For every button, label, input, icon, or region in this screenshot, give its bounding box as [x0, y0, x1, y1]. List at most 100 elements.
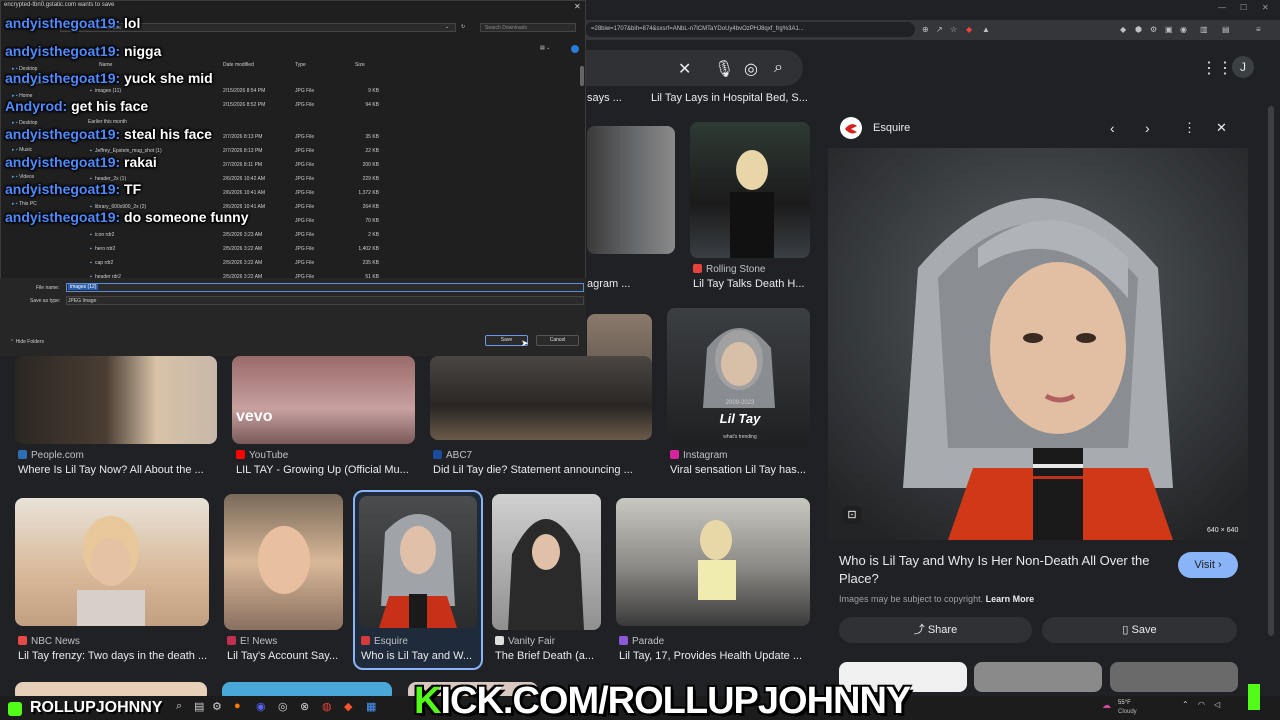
install-icon[interactable]: ⊕: [922, 22, 929, 37]
address-bar[interactable]: =28biw=1707&bih=874&sxsrf=ANbL-n7lCMTaYD…: [585, 22, 915, 37]
xbox-icon[interactable]: ⊗: [300, 700, 309, 713]
result-caption[interactable]: agram ...: [587, 278, 647, 290]
file-type: JPG File: [295, 260, 315, 266]
extension-icon[interactable]: ◆: [1120, 22, 1126, 37]
minimize-icon[interactable]: —: [1218, 3, 1226, 12]
result-thumbnail[interactable]: [232, 356, 415, 444]
result-caption[interactable]: Lil Tay Talks Death H...: [693, 278, 811, 290]
steam-icon[interactable]: ◎: [278, 700, 288, 713]
result-caption[interactable]: LIL TAY - Growing Up (Official Mu...: [236, 464, 414, 476]
folder-tree-item[interactable]: ▸ ▪ Videos: [12, 174, 34, 180]
dialog-close-icon[interactable]: ✕: [574, 2, 581, 11]
path-dropdown-icon[interactable]: ⌄: [445, 24, 449, 30]
result-caption[interactable]: Did Lil Tay die? Statement announcing ..…: [433, 464, 651, 476]
help-icon[interactable]: [571, 45, 579, 53]
column-type[interactable]: Type: [295, 62, 306, 68]
panel-title[interactable]: Who is Lil Tay and Why Is Her Non-Death …: [839, 552, 1169, 588]
result-thumbnail[interactable]: [15, 498, 209, 626]
firefox-icon[interactable]: ●: [234, 700, 241, 712]
weather-temp[interactable]: 55°F: [1118, 700, 1131, 706]
maximize-icon[interactable]: ☐: [1240, 3, 1247, 12]
column-name[interactable]: Name: [99, 62, 112, 68]
volume-icon[interactable]: ◁: [1214, 700, 1220, 709]
bookmark-star-icon[interactable]: ☆: [950, 22, 957, 37]
chrome-icon[interactable]: ◍: [322, 700, 332, 713]
sidebar-toggle-icon[interactable]: ▥: [1200, 22, 1208, 37]
extension-icon[interactable]: ▣: [1165, 22, 1173, 37]
preview-image[interactable]: [828, 148, 1248, 540]
tray-chevron-icon[interactable]: ⌃: [1182, 700, 1189, 709]
related-thumbnail[interactable]: [1110, 662, 1238, 692]
apps-grid-icon[interactable]: ⋮⋮: [1201, 58, 1233, 78]
result-caption[interactable]: Lil Tay, 17, Provides Health Update ...: [619, 650, 809, 662]
result-thumbnail[interactable]: [587, 126, 675, 254]
file-row[interactable]: ▪ cap rdr2 2/5/2026 3:22 AM JPG File 235 KB: [90, 260, 390, 274]
lens-search-icon[interactable]: ⊡: [843, 506, 861, 524]
brave-shield-icon[interactable]: ◆: [966, 22, 972, 37]
close-window-icon[interactable]: ✕: [1262, 3, 1269, 12]
extension-icon[interactable]: ⚙: [1150, 22, 1157, 37]
clear-search-icon[interactable]: ✕: [678, 59, 691, 79]
search-box[interactable]: [585, 50, 803, 86]
file-list-scrollbar[interactable]: [580, 66, 584, 86]
profile-avatar[interactable]: J: [1232, 56, 1254, 78]
share-button[interactable]: ⤴ Share: [839, 617, 1032, 643]
search-icon[interactable]: ⌕: [774, 59, 783, 77]
abc7-icon: [433, 450, 442, 459]
result-caption[interactable]: Who is Lil Tay and W...: [361, 650, 477, 662]
share-page-icon[interactable]: ↗: [936, 22, 943, 37]
result-thumbnail[interactable]: [690, 122, 810, 258]
warning-icon[interactable]: ▲: [982, 22, 990, 37]
filename-input[interactable]: [66, 283, 584, 292]
file-date: 2/6/2026 10:42 AM: [223, 176, 265, 182]
saveas-select[interactable]: [66, 296, 584, 305]
extension-icon[interactable]: ⬢: [1135, 22, 1142, 37]
extension-icon[interactable]: ◉: [1180, 22, 1187, 37]
folder-tree-item[interactable]: ▸ ▪ Music: [12, 147, 32, 153]
file-explorer-icon[interactable]: ▤: [194, 700, 204, 713]
wallet-icon[interactable]: ▤: [1222, 22, 1230, 37]
lens-icon[interactable]: ◎: [744, 59, 758, 79]
previous-icon[interactable]: ‹: [1110, 120, 1115, 136]
visit-button[interactable]: Visit ›: [1178, 552, 1238, 578]
file-row[interactable]: ▪ hero rdr2 2/5/2026 3:22 AM JPG File 1,402 …: [90, 246, 390, 260]
result-thumbnail[interactable]: [224, 494, 343, 630]
file-row[interactable]: ▪ icon rdr2 2/5/2026 3:23 AM JPG File 2 KB: [90, 232, 390, 246]
cancel-button[interactable]: Cancel: [536, 335, 579, 346]
close-panel-icon[interactable]: ✕: [1216, 120, 1227, 136]
result-thumbnail[interactable]: [15, 356, 217, 444]
result-caption[interactable]: Viral sensation Lil Tay has...: [670, 464, 810, 476]
search-taskbar-icon[interactable]: ⌕: [176, 700, 182, 713]
related-thumbnail[interactable]: [974, 662, 1102, 692]
result-thumbnail[interactable]: [616, 498, 810, 626]
result-caption[interactable]: The Brief Death (a...: [495, 650, 601, 662]
next-icon[interactable]: ›: [1145, 120, 1150, 136]
menu-icon[interactable]: ≡: [1256, 22, 1261, 37]
page-scrollbar[interactable]: [1268, 106, 1274, 636]
result-caption[interactable]: says ...: [587, 92, 647, 104]
network-icon[interactable]: ◠: [1198, 700, 1205, 709]
column-date-modified[interactable]: Date modified: [223, 62, 254, 68]
result-caption[interactable]: Lil Tay's Account Say...: [227, 650, 345, 662]
discord-icon[interactable]: ◉: [256, 700, 266, 713]
learn-more-link[interactable]: Learn More: [986, 594, 1035, 604]
result-thumbnail[interactable]: [430, 356, 652, 440]
hide-folders-toggle[interactable]: ⌃ Hide Folders: [10, 339, 44, 345]
panel-source[interactable]: Esquire: [873, 122, 910, 134]
app-icon[interactable]: ▦: [366, 700, 376, 713]
settings-icon[interactable]: ⚙: [212, 700, 222, 713]
result-thumbnail[interactable]: [359, 496, 477, 628]
result-caption[interactable]: Lil Tay Lays in Hospital Bed, S...: [651, 92, 816, 104]
view-options-icon[interactable]: ▤ ⌄: [540, 45, 550, 51]
thumbnail-figure: [508, 519, 584, 630]
result-thumbnail[interactable]: [492, 494, 601, 630]
brave-icon[interactable]: ◆: [344, 700, 352, 713]
result-caption[interactable]: Where Is Lil Tay Now? All About the ...: [18, 464, 214, 476]
save-image-button[interactable]: ▯ Save: [1042, 617, 1237, 643]
column-size[interactable]: Size: [355, 62, 365, 68]
refresh-icon[interactable]: ↻: [461, 24, 465, 30]
result-caption[interactable]: Lil Tay frenzy: Two days in the death ..…: [18, 650, 210, 662]
folder-tree-item[interactable]: ▸ ▪ This PC: [12, 201, 37, 207]
more-options-icon[interactable]: ⋮: [1183, 120, 1196, 136]
microphone-icon[interactable]: 🎙: [714, 59, 734, 79]
